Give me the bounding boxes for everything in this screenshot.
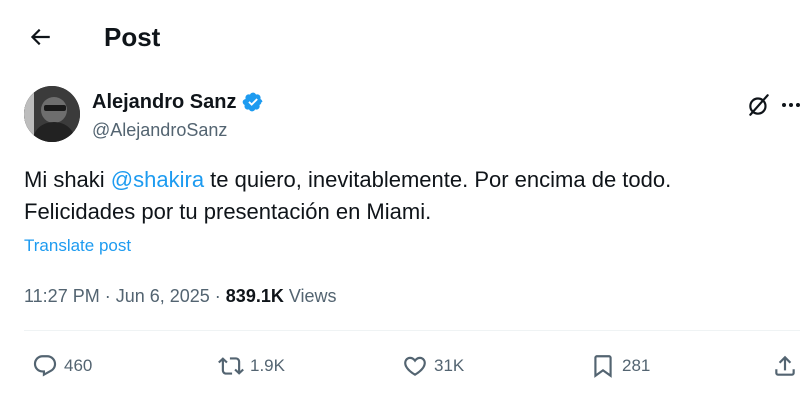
mention-link[interactable]: @shakira <box>111 167 204 192</box>
more-icon <box>782 103 800 107</box>
avatar-image <box>24 86 80 142</box>
grok-icon <box>749 94 769 116</box>
post-metadata: 11:27 PM · Jun 6, 2025 · 839.1K Views <box>24 284 337 308</box>
divider <box>24 330 800 331</box>
arrow-left-icon <box>30 28 50 46</box>
more-button[interactable] <box>780 90 800 120</box>
meta-separator: · <box>209 286 226 306</box>
reply-button[interactable]: 460 <box>32 350 92 382</box>
verified-badge-icon <box>243 92 263 112</box>
author-handle[interactable]: @AlejandroSanz <box>92 118 227 142</box>
post-text-start: Mi shaki <box>24 167 111 192</box>
back-button[interactable] <box>22 20 58 54</box>
like-count: 31K <box>434 356 465 375</box>
views-label: Views <box>283 286 337 306</box>
page-title: Post <box>104 22 161 52</box>
views-count[interactable]: 839.1K <box>226 286 284 306</box>
heart-icon <box>404 356 426 376</box>
meta-separator: · <box>99 286 116 306</box>
bookmark-button[interactable]: 281 <box>590 350 650 382</box>
post-date[interactable]: Jun 6, 2025 <box>116 286 210 306</box>
reply-count: 460 <box>64 356 93 375</box>
avatar[interactable] <box>24 86 80 142</box>
bookmark-icon <box>594 355 612 378</box>
like-button[interactable]: 31K <box>402 350 464 382</box>
translate-post-link[interactable]: Translate post <box>24 234 131 258</box>
bookmark-count: 281 <box>622 356 651 375</box>
author-name-row[interactable]: Alejandro Sanz <box>92 90 264 114</box>
reply-icon <box>33 355 57 377</box>
post-text: Mi shaki @shakira te quiero, inevitablem… <box>24 164 784 228</box>
repost-count: 1.9K <box>250 356 285 375</box>
author-name[interactable]: Alejandro Sanz <box>92 90 236 114</box>
share-button[interactable] <box>772 350 798 382</box>
grok-button[interactable] <box>744 90 774 120</box>
share-icon <box>775 355 795 376</box>
repost-button[interactable]: 1.9K <box>218 350 285 382</box>
repost-icon <box>218 357 244 375</box>
post-time[interactable]: 11:27 PM <box>24 286 100 306</box>
